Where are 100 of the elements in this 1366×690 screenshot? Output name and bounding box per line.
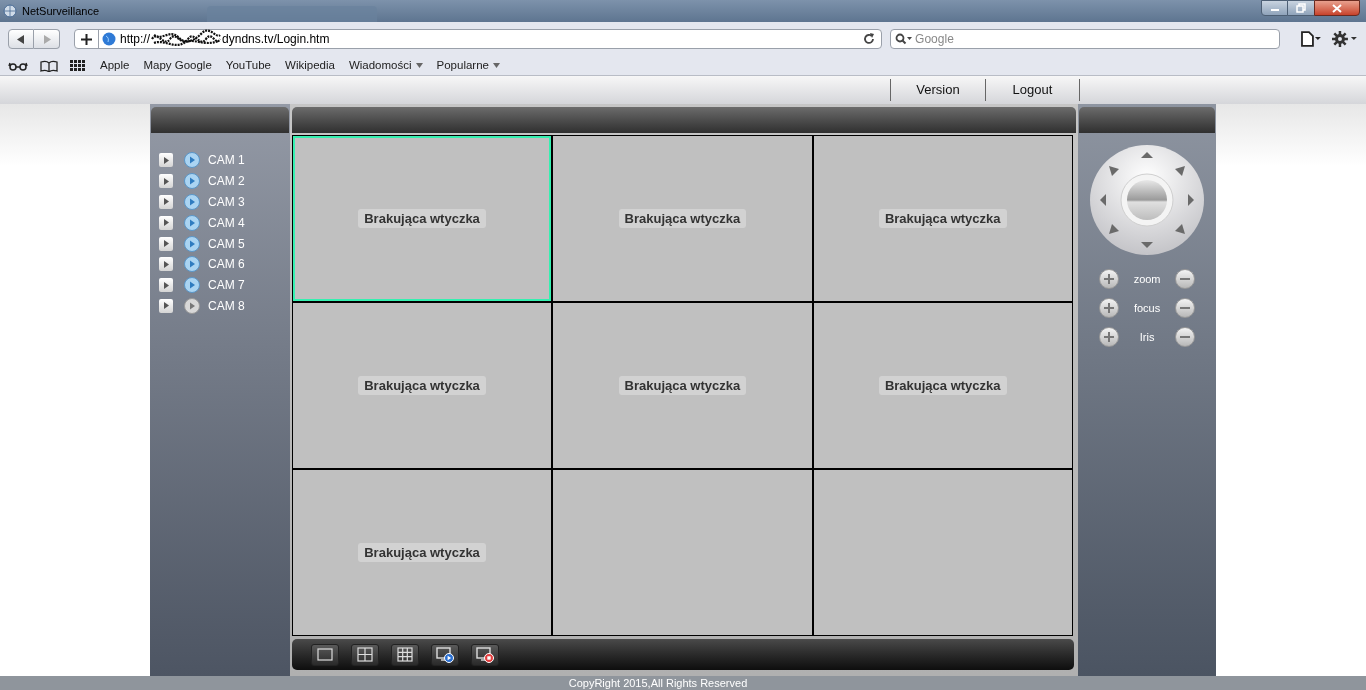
minus-button[interactable] bbox=[1175, 298, 1195, 318]
expand-button[interactable] bbox=[159, 195, 173, 209]
nine-view-icon bbox=[394, 645, 415, 664]
direction-pad-drawing[interactable] bbox=[1089, 144, 1206, 256]
globe-icon bbox=[3, 4, 17, 18]
camera-item[interactable]: CAM 6 bbox=[208, 255, 245, 274]
expand-button[interactable] bbox=[159, 174, 173, 189]
expand-button[interactable] bbox=[159, 153, 173, 168]
page-menu-icon[interactable] bbox=[1300, 31, 1323, 47]
play-icon[interactable] bbox=[184, 194, 200, 210]
expand-button[interactable] bbox=[159, 236, 173, 251]
search-input[interactable]: Google bbox=[915, 30, 1280, 48]
expand-icon bbox=[163, 198, 169, 206]
ptz-label: zoom bbox=[1133, 271, 1161, 287]
nine-view-button[interactable] bbox=[390, 643, 419, 666]
play-icon[interactable] bbox=[184, 152, 200, 169]
video-cell[interactable]: Brakująca wtyczka bbox=[292, 303, 552, 468]
play-icon[interactable] bbox=[184, 173, 200, 190]
ptz-label: focus bbox=[1133, 300, 1161, 316]
expand-button[interactable] bbox=[159, 215, 173, 230]
add-icon[interactable] bbox=[81, 33, 92, 45]
plugin-message: Brakująca wtyczka bbox=[878, 375, 1007, 396]
forward-icon bbox=[42, 34, 51, 44]
expand-icon bbox=[163, 281, 169, 289]
ptz-label: Iris bbox=[1139, 329, 1155, 345]
play-icon[interactable] bbox=[184, 277, 200, 294]
search-icon[interactable] bbox=[895, 33, 914, 45]
plus-icon bbox=[1103, 273, 1116, 285]
menu-link[interactable]: Version bbox=[890, 79, 985, 101]
video-cell[interactable]: Brakująca wtyczka bbox=[553, 136, 812, 301]
globe-icon bbox=[102, 32, 116, 46]
play-icon[interactable] bbox=[184, 235, 200, 252]
plugin-message: Brakująca wtyczka bbox=[618, 208, 747, 229]
camera-item[interactable]: CAM 8 bbox=[208, 296, 245, 315]
video-cell[interactable] bbox=[813, 470, 1072, 635]
caret-icon bbox=[415, 63, 423, 68]
plus-button[interactable] bbox=[1099, 327, 1120, 347]
menu-link[interactable]: Logout bbox=[985, 79, 1080, 101]
back-button[interactable] bbox=[8, 29, 34, 49]
single-view-button[interactable] bbox=[310, 643, 339, 666]
expand-button[interactable] bbox=[159, 298, 173, 313]
video-cell[interactable]: Brakująca wtyczka bbox=[553, 303, 812, 468]
bookmark-link[interactable]: Wiadomości bbox=[348, 56, 423, 75]
minimize-button[interactable] bbox=[1261, 0, 1288, 16]
quad-view-button[interactable] bbox=[350, 643, 379, 666]
expand-button[interactable] bbox=[159, 257, 173, 272]
quad-view-icon bbox=[354, 645, 375, 664]
bookmark-link[interactable]: Wikipedia bbox=[285, 56, 335, 75]
url-text: http:// bbox=[120, 31, 151, 48]
bookmark-link[interactable]: Mapy Google bbox=[143, 56, 212, 75]
expand-icon bbox=[163, 302, 169, 310]
plugin-message: Brakująca wtyczka bbox=[618, 375, 747, 396]
url-text: dyndns.tv/Login.htm bbox=[222, 31, 330, 48]
plus-icon bbox=[1103, 302, 1116, 314]
minus-button[interactable] bbox=[1175, 269, 1195, 289]
reading-list-icon[interactable] bbox=[8, 60, 28, 71]
expand-icon bbox=[163, 260, 169, 268]
video-cell[interactable]: Brakująca wtyczka bbox=[813, 136, 1072, 301]
bookmarks-icon[interactable] bbox=[40, 59, 58, 72]
camera-item[interactable]: CAM 5 bbox=[208, 234, 245, 253]
play-icon[interactable] bbox=[184, 214, 200, 231]
plus-button[interactable] bbox=[1099, 298, 1120, 318]
play-all-button[interactable] bbox=[430, 643, 459, 666]
minus-button[interactable] bbox=[1175, 327, 1195, 347]
close-button[interactable] bbox=[1314, 0, 1360, 16]
play-icon[interactable] bbox=[184, 256, 200, 273]
stop-record-icon bbox=[474, 645, 495, 664]
expand-icon bbox=[163, 177, 169, 185]
plus-icon bbox=[1103, 331, 1116, 343]
plugin-message: Brakująca wtyczka bbox=[358, 375, 486, 396]
bookmark-link[interactable]: YouTube bbox=[225, 56, 272, 75]
expand-button[interactable] bbox=[159, 278, 173, 293]
plugin-message: Brakująca wtyczka bbox=[358, 208, 486, 229]
address-field[interactable]: http:// dyndns.tv/Login.htm bbox=[74, 29, 883, 49]
camera-item[interactable]: CAM 7 bbox=[208, 276, 245, 295]
expand-icon bbox=[163, 156, 169, 164]
single-view-icon bbox=[314, 645, 335, 664]
restore-icon bbox=[1296, 3, 1306, 13]
settings-icon[interactable] bbox=[1332, 31, 1358, 47]
plus-button[interactable] bbox=[1099, 269, 1120, 289]
restore-button[interactable] bbox=[1288, 0, 1314, 16]
video-cell[interactable] bbox=[553, 470, 812, 635]
bookmark-link[interactable]: Apple bbox=[100, 56, 130, 75]
expand-icon bbox=[163, 240, 169, 248]
plugin-message: Brakująca wtyczka bbox=[358, 542, 486, 563]
expand-icon bbox=[163, 219, 169, 227]
copyright-text: CopyRight 2015,All Rights Reserved bbox=[568, 676, 748, 690]
play-icon[interactable] bbox=[184, 297, 200, 314]
search-field[interactable]: Google bbox=[890, 29, 1281, 49]
video-cell[interactable]: Brakująca wtyczka bbox=[292, 136, 552, 301]
plugin-message: Brakująca wtyczka bbox=[878, 208, 1007, 229]
video-cell[interactable]: Brakująca wtyczka bbox=[292, 470, 552, 635]
stop-all-button[interactable] bbox=[470, 643, 499, 666]
video-cell[interactable]: Brakująca wtyczka bbox=[813, 303, 1072, 468]
top-sites-icon[interactable] bbox=[70, 60, 86, 71]
caret-icon bbox=[492, 63, 500, 68]
back-icon bbox=[17, 34, 25, 44]
window-title: NetSurveillance bbox=[22, 3, 100, 19]
reload-icon[interactable] bbox=[863, 33, 876, 45]
bookmark-link[interactable]: Popularne bbox=[436, 56, 500, 75]
